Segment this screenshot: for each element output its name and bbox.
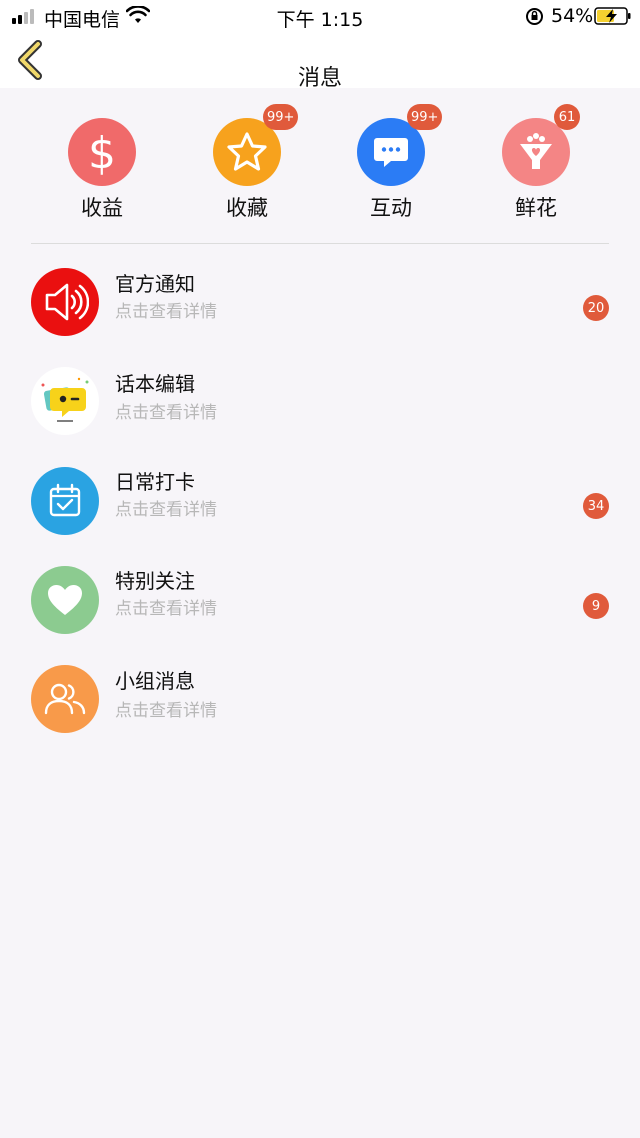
list-item-daily-checkin[interactable]: 日常打卡 点击查看详情 34 bbox=[0, 467, 640, 557]
unread-badge: 9 bbox=[583, 593, 609, 619]
editor-chat-icon bbox=[31, 367, 99, 435]
list-item-subtitle: 点击查看详情 bbox=[115, 599, 217, 619]
dollar-icon: $ bbox=[68, 118, 136, 186]
shortcut-label: 收益 bbox=[81, 196, 123, 220]
list-item-title: 特别关注 bbox=[115, 569, 195, 593]
notification-badge: 99+ bbox=[263, 104, 299, 130]
list-item-official-notice[interactable]: 官方通知 点击查看详情 20 bbox=[0, 268, 640, 358]
list-item-script-editor[interactable]: 话本编辑 点击查看详情 bbox=[0, 367, 640, 457]
shortcut-interaction[interactable]: 99+ 互动 bbox=[331, 104, 451, 220]
list-item-special-follow[interactable]: 特别关注 点击查看详情 9 bbox=[0, 566, 640, 656]
notification-badge: 61 bbox=[554, 104, 580, 130]
notification-badge: 99+ bbox=[407, 104, 443, 130]
svg-text:$: $ bbox=[88, 128, 116, 176]
shortcut-flowers[interactable]: 61 鲜花 bbox=[476, 104, 596, 220]
shortcut-grid: $ 收益 99+ 收藏 99+ 互动 61 鲜花 bbox=[0, 88, 640, 238]
rotation-lock-icon bbox=[526, 8, 543, 25]
list-item-title: 小组消息 bbox=[115, 669, 195, 693]
unread-badge: 34 bbox=[583, 493, 609, 519]
list-item-title: 话本编辑 bbox=[115, 372, 195, 396]
list-item-title: 日常打卡 bbox=[115, 470, 195, 494]
group-icon bbox=[31, 665, 99, 733]
battery-charging-icon bbox=[594, 7, 631, 25]
list-item-subtitle: 点击查看详情 bbox=[115, 500, 217, 520]
status-time: 下午 1:15 bbox=[276, 9, 364, 31]
heart-icon bbox=[31, 566, 99, 634]
battery-percent: 54% bbox=[551, 5, 594, 27]
speaker-icon bbox=[31, 268, 99, 336]
unread-badge: 20 bbox=[583, 295, 609, 321]
divider bbox=[31, 243, 609, 244]
list-item-title: 官方通知 bbox=[115, 272, 195, 296]
shortcut-income[interactable]: $ 收益 bbox=[42, 118, 162, 220]
shortcut-label: 鲜花 bbox=[515, 196, 557, 220]
calendar-check-icon bbox=[31, 467, 99, 535]
list-item-subtitle: 点击查看详情 bbox=[115, 302, 217, 322]
list-item-subtitle: 点击查看详情 bbox=[115, 701, 217, 721]
shortcut-favorites[interactable]: 99+ 收藏 bbox=[187, 104, 307, 220]
status-bar: 中国电信 下午 1:15 54% bbox=[0, 0, 640, 32]
shortcut-label: 收藏 bbox=[226, 196, 268, 220]
nav-bar: 消息 bbox=[0, 32, 640, 91]
list-item-group-messages[interactable]: 小组消息 点击查看详情 bbox=[0, 665, 640, 755]
shortcut-label: 互动 bbox=[370, 196, 412, 220]
list-item-subtitle: 点击查看详情 bbox=[115, 403, 217, 423]
